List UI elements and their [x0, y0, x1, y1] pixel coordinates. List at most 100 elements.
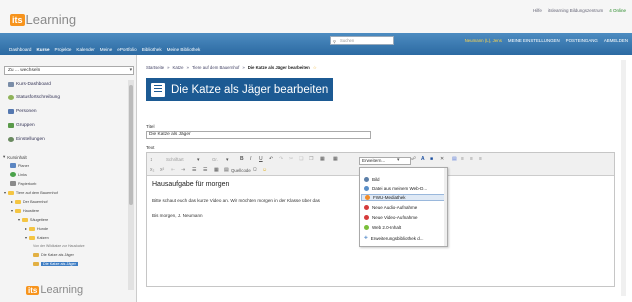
align-justify-icon[interactable]: ≡: [479, 156, 482, 162]
sidebar-item-dashboard[interactable]: Kurs-Dashboard: [8, 82, 51, 87]
dropdown-scrollbar[interactable]: [444, 168, 447, 246]
tree-item-katzen[interactable]: ▾ Katzen: [25, 235, 49, 240]
symbol-icon[interactable]: Ω: [253, 167, 257, 173]
menu-item-datei[interactable]: Datei aus meinem Web-D...: [364, 186, 427, 191]
bold-icon[interactable]: B: [240, 156, 244, 162]
tree-label: Tiere auf dem Bauernhof: [15, 190, 58, 195]
table-icon[interactable]: ▦: [214, 167, 219, 173]
nav-dashboard[interactable]: Dashboard: [9, 47, 31, 52]
folder-icon: [21, 217, 28, 222]
menu-item-bild[interactable]: Bild: [364, 177, 380, 182]
logo-text: Learning: [25, 12, 77, 27]
tree-item-der-bauernhof[interactable]: ▸ Der Bauernhof: [11, 199, 48, 204]
nav-kalender[interactable]: Kalender: [76, 47, 94, 52]
paste-text-icon[interactable]: ▦: [320, 156, 325, 162]
tree-item-links[interactable]: Links: [10, 172, 27, 177]
italic-icon[interactable]: I: [250, 156, 251, 162]
sidebar-item-label: Personen: [16, 109, 37, 114]
expand-icon: ▸: [11, 200, 13, 204]
tree-item-papierkorb[interactable]: Papierkorb: [10, 181, 36, 186]
outdent-icon[interactable]: ⇤: [171, 167, 175, 173]
nav-meine-bibliothek[interactable]: Meine Bibliothek: [167, 47, 201, 52]
superscript-icon[interactable]: x²: [160, 167, 164, 173]
cut-icon[interactable]: ✂: [289, 156, 293, 162]
editor-line-2[interactable]: Bis morgen, J. Neumann: [152, 213, 203, 218]
settings-link[interactable]: MEINE EINSTELLUNGEN: [508, 38, 560, 43]
bullet-list-icon[interactable]: ☰: [203, 167, 207, 173]
tree-item-saeugetiere[interactable]: ▾ Säugetiere: [18, 217, 48, 222]
size-select[interactable]: Gr.: [212, 157, 218, 162]
paste-icon[interactable]: ❐: [309, 156, 313, 162]
menu-item-web20[interactable]: Web 2.0-Inhalt: [364, 225, 401, 230]
tree-item-katze-jaeger[interactable]: Die Katze als Jäger: [33, 253, 74, 257]
menu-item-label: Web 2.0-Inhalt: [372, 225, 402, 230]
tree-item-bauernhof[interactable]: ▾ Tiere auf dem Bauernhof: [4, 190, 58, 195]
fullscreen-icon[interactable]: ↕: [150, 157, 153, 163]
link-icon[interactable]: ☍: [411, 156, 416, 162]
underline-icon[interactable]: U: [259, 156, 263, 162]
align-left-icon[interactable]: ▤: [452, 156, 457, 162]
sidebar-item-einstellungen[interactable]: Einstellungen: [8, 137, 45, 142]
chevron-down-icon[interactable]: ▾: [197, 157, 200, 163]
redo-icon[interactable]: ↷: [279, 156, 283, 162]
align-right-icon[interactable]: ≡: [470, 156, 473, 162]
online-count[interactable]: 4 Online: [609, 8, 626, 13]
copy-icon[interactable]: ❏: [299, 156, 303, 162]
indent-icon[interactable]: ⇥: [181, 167, 185, 173]
user-name[interactable]: Neumann (L), Jens: [465, 38, 502, 43]
sidebar-item-personen[interactable]: Personen: [8, 109, 37, 114]
sidebar-scroll-thumb[interactable]: [129, 85, 133, 205]
tree-label: Papierkorb: [18, 181, 37, 186]
align-center-icon[interactable]: ≡: [461, 156, 464, 162]
chevron-down-icon[interactable]: ▾: [397, 157, 400, 163]
tree-item-wildkatze[interactable]: Von der Wildkatze zur Hauskatze: [33, 244, 85, 248]
breadcrumb-katze[interactable]: Katze: [173, 65, 184, 71]
app-logo[interactable]: its Learning: [10, 12, 76, 27]
sidebar-item-status[interactable]: Statusfortschreibung: [8, 95, 60, 100]
nav-bibliothek[interactable]: Bibliothek: [142, 47, 162, 52]
editor-line-1[interactable]: Bitte schaut euch das kurze Video an. Wi…: [152, 198, 320, 203]
star-icon[interactable]: ☆: [313, 65, 317, 71]
course-switch-select[interactable]: Zu ... wechseln ▾: [4, 66, 134, 75]
tree-item-hunde[interactable]: ▸ Hunde: [25, 226, 48, 231]
bildungszentrum-link[interactable]: itslearning Bildungszentrum: [548, 8, 603, 13]
highlight-icon[interactable]: ■: [430, 156, 433, 162]
menu-item-fwu[interactable]: FWU-Mediathek: [361, 194, 446, 201]
sidebar-item-gruppen[interactable]: Gruppen: [8, 123, 35, 128]
menu-item-audio[interactable]: Neue Audio-Aufnahme: [364, 205, 417, 210]
tree-item-katze-jaeger-selected[interactable]: Die Katze als Jäger: [33, 262, 78, 266]
chevron-down-icon[interactable]: ▾: [226, 157, 229, 163]
nav-meine[interactable]: Meine: [100, 47, 113, 52]
sidebar-section-kursinhalt[interactable]: ▾ Kursinhalt: [3, 154, 27, 160]
smiley-icon[interactable]: ☺: [262, 167, 267, 173]
title-input[interactable]: Die Katze als Jäger: [146, 131, 371, 139]
text-color-icon[interactable]: A: [421, 156, 425, 162]
menu-item-video[interactable]: Neue Video-Aufnahme: [364, 215, 417, 220]
menu-item-erweiterung[interactable]: ✚ Erweiterungsbibliothek d...: [364, 235, 424, 241]
search-input[interactable]: ⚲ Suchen: [330, 36, 394, 45]
nav-projekte[interactable]: Projekte: [55, 47, 72, 52]
nav-kurse[interactable]: Kurse: [36, 47, 49, 52]
source-icon[interactable]: ▤: [224, 167, 229, 173]
insert-menu-select[interactable]: Erweitern...: [359, 157, 411, 165]
help-link[interactable]: Hilfe: [533, 8, 542, 13]
paste-word-icon[interactable]: ▦: [333, 156, 338, 162]
logout-link[interactable]: ABMELDEN: [604, 38, 628, 43]
numbered-list-icon[interactable]: ☰: [192, 167, 196, 173]
subscript-icon[interactable]: x₂: [150, 167, 154, 173]
tree-item-haustiere[interactable]: ▾ Haustiere: [11, 208, 39, 213]
gear-icon: [8, 137, 14, 142]
source-button[interactable]: Quellcode: [231, 168, 251, 173]
undo-icon[interactable]: ↶: [269, 156, 273, 162]
breadcrumb-start[interactable]: Startseite: [146, 65, 164, 71]
breadcrumb-bauernhof[interactable]: Tiere auf dem Bauernhof: [192, 65, 239, 71]
top-links: Hilfe itslearning Bildungszentrum 4 Onli…: [533, 8, 626, 13]
nav-eportfolio[interactable]: ePortfolio: [117, 47, 136, 52]
inbox-link[interactable]: POSTEINGANG: [566, 38, 598, 43]
breadcrumb-current: Die Katze als Jäger bearbeiten: [247, 65, 310, 70]
tree-item-planer[interactable]: Planer: [10, 163, 29, 168]
page-scrollbar[interactable]: [621, 60, 626, 296]
clear-format-icon[interactable]: ✕: [440, 156, 444, 162]
editor-heading[interactable]: Hausaufgabe für morgen: [152, 181, 229, 188]
font-select[interactable]: Schriftart: [166, 157, 184, 162]
